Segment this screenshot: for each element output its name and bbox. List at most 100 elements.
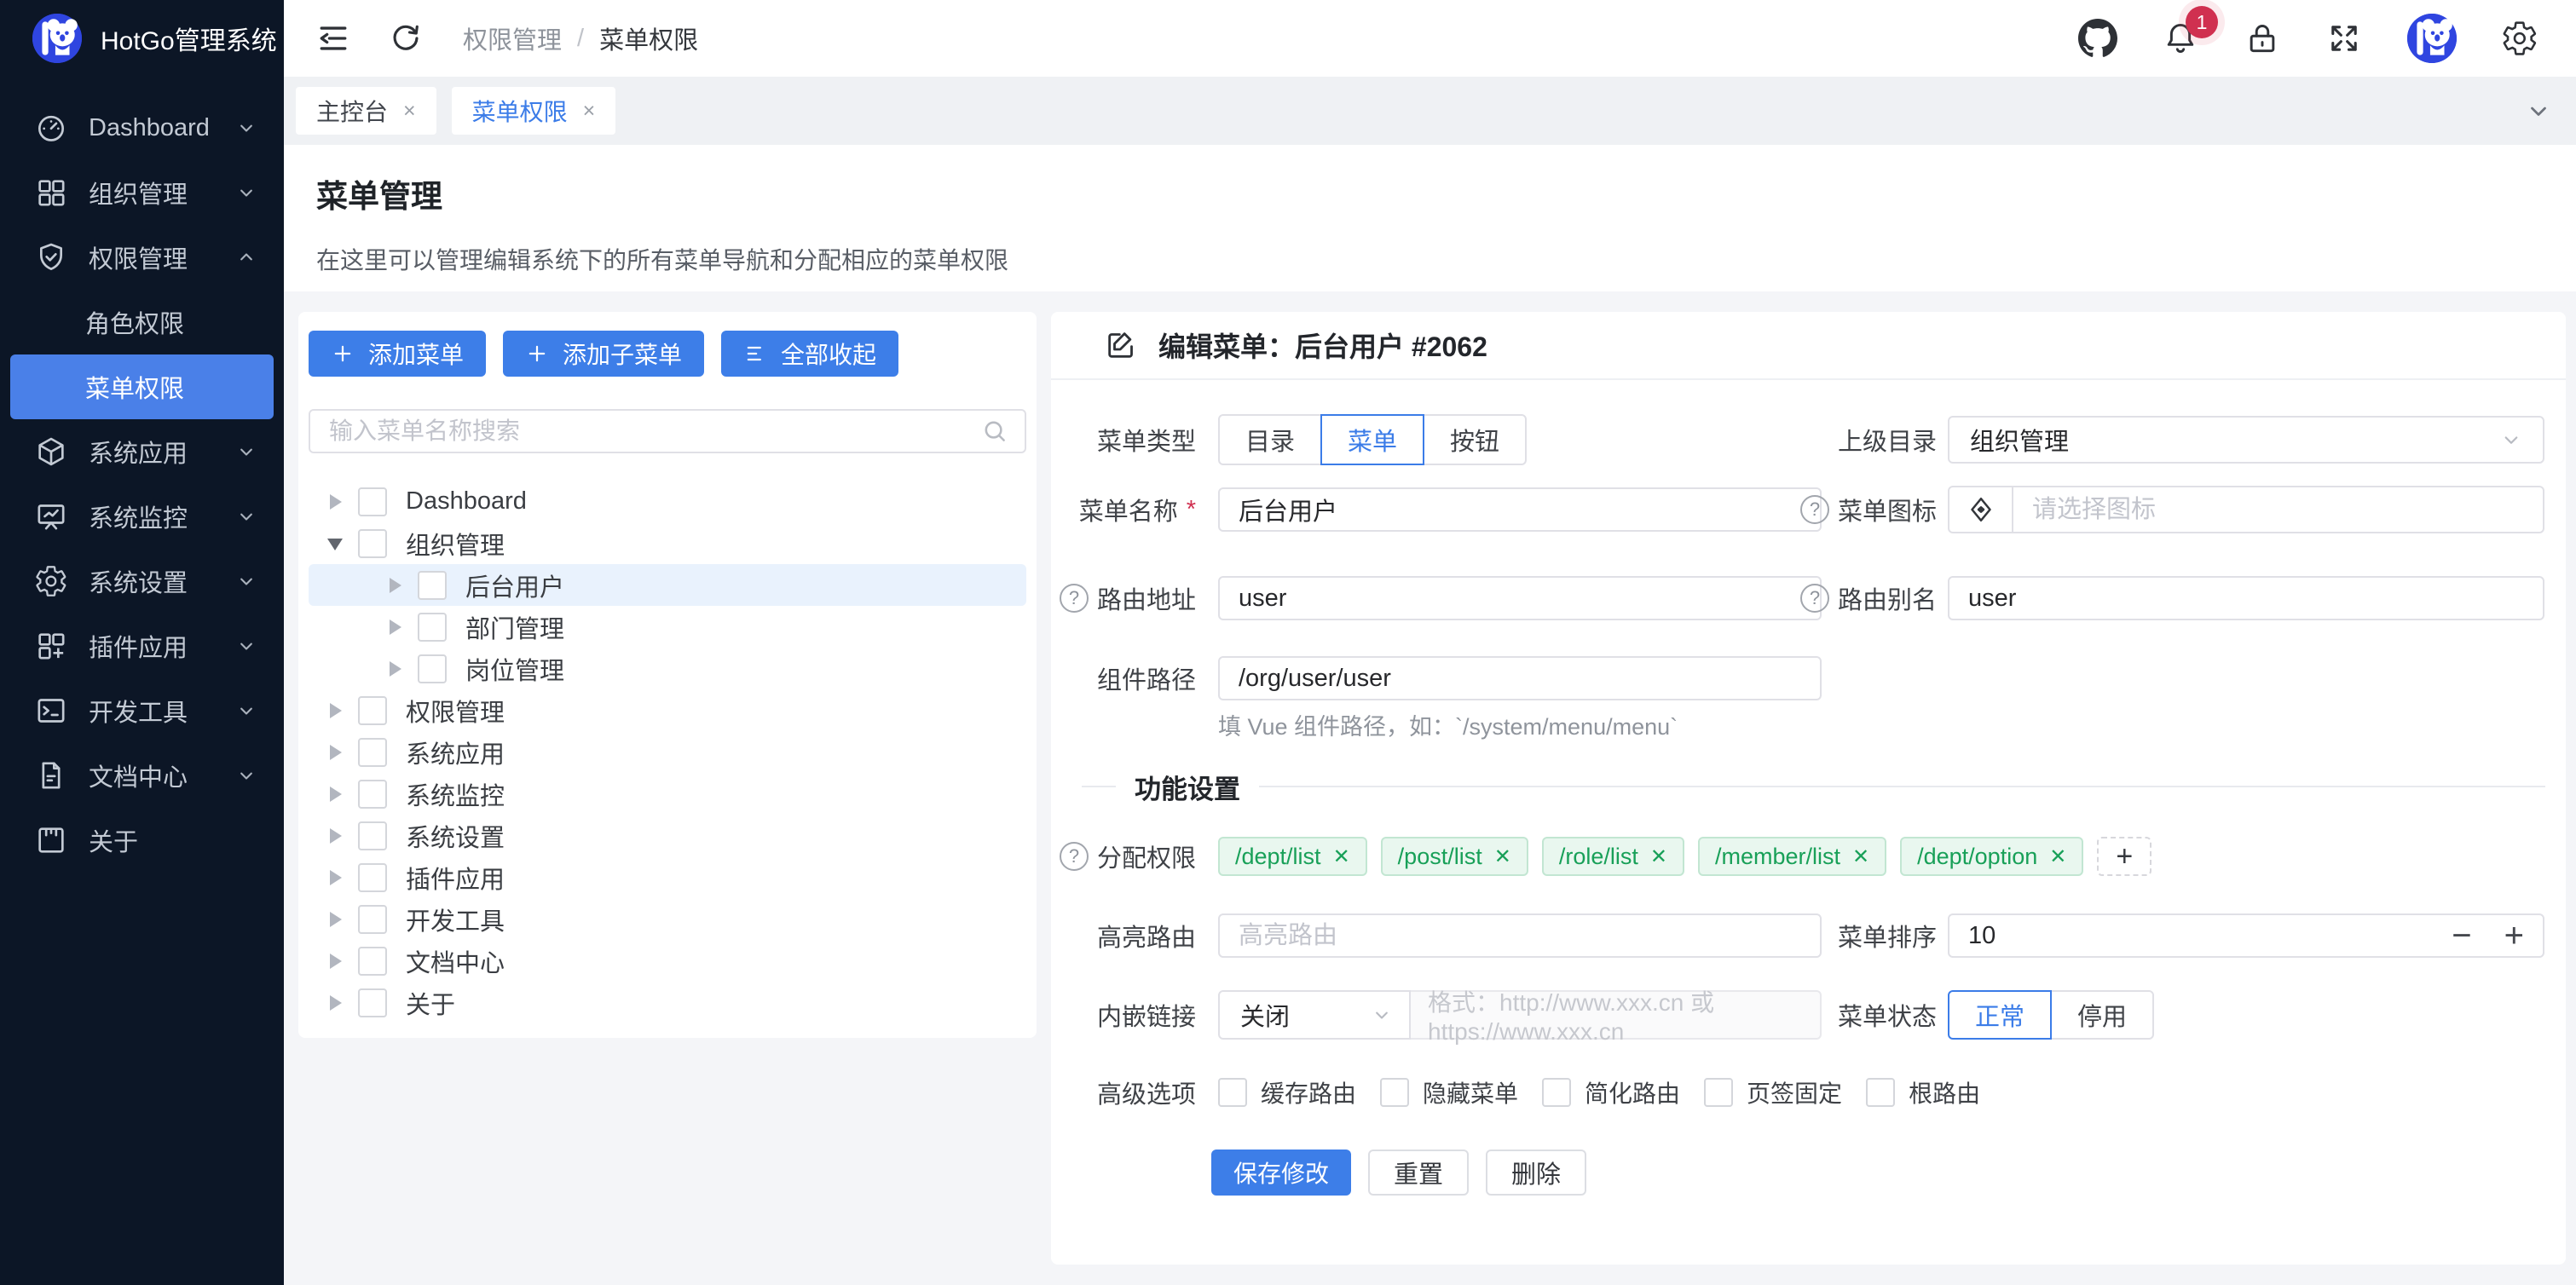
remove-tag-icon[interactable]: ✕ — [1852, 844, 1869, 869]
sidebar-item-system-settings[interactable]: 系统设置 — [0, 549, 284, 614]
menu-sort-value[interactable]: 10 — [1968, 922, 1996, 950]
help-icon[interactable]: ? — [1800, 584, 1829, 613]
tree-row[interactable]: 系统应用 — [309, 731, 1026, 773]
sidebar-item-about[interactable]: 关于 — [0, 808, 284, 873]
tree-checkbox[interactable] — [358, 696, 387, 725]
checkbox[interactable] — [1542, 1078, 1571, 1107]
caret-right-icon[interactable] — [387, 661, 402, 677]
tree-search-input[interactable] — [329, 418, 980, 445]
close-icon[interactable]: × — [403, 99, 416, 124]
checkbox[interactable] — [1218, 1078, 1247, 1107]
tree-checkbox[interactable] — [358, 780, 387, 809]
collapse-all-button[interactable]: 全部收起 — [721, 331, 898, 377]
settings-gear-icon[interactable] — [2501, 20, 2538, 57]
checkbox[interactable] — [1380, 1078, 1409, 1107]
sidebar-item-org[interactable]: 组织管理 — [0, 160, 284, 225]
menu-type-option-directory[interactable]: 目录 — [1218, 414, 1322, 465]
tree-row[interactable]: 组织管理 — [309, 522, 1026, 564]
fullscreen-icon[interactable] — [2325, 20, 2363, 57]
caret-right-icon[interactable] — [327, 787, 343, 802]
notifications-bell-icon[interactable]: 1 — [2162, 20, 2199, 57]
tree-row[interactable]: 关于 — [309, 982, 1026, 1023]
tree-row[interactable]: 文档中心 — [309, 940, 1026, 982]
sidebar-item-system-app[interactable]: 系统应用 — [0, 419, 284, 484]
tree-row[interactable]: 系统监控 — [309, 773, 1026, 815]
add-permission-button[interactable]: + — [2097, 837, 2151, 876]
lock-icon[interactable] — [2244, 20, 2281, 57]
decrement-icon[interactable]: − — [2452, 919, 2471, 953]
checkbox[interactable] — [1866, 1078, 1895, 1107]
tree-row[interactable]: 系统设置 — [309, 815, 1026, 856]
caret-right-icon[interactable] — [327, 870, 343, 885]
sidebar-item-plugin-app[interactable]: 插件应用 — [0, 614, 284, 678]
caret-right-icon[interactable] — [327, 828, 343, 844]
menu-name-input[interactable] — [1218, 487, 1822, 532]
close-icon[interactable]: × — [583, 99, 596, 124]
tree-row[interactable]: 岗位管理 — [309, 648, 1026, 689]
caret-down-icon[interactable] — [327, 536, 343, 551]
status-option-normal[interactable]: 正常 — [1948, 990, 2052, 1040]
tree-checkbox[interactable] — [358, 988, 387, 1017]
parent-dir-select[interactable]: 组织管理 — [1948, 416, 2544, 464]
caret-right-icon[interactable] — [327, 954, 343, 969]
sidebar-item-docs[interactable]: 文档中心 — [0, 743, 284, 808]
tree-row[interactable]: 部门管理 — [309, 606, 1026, 648]
caret-right-icon[interactable] — [387, 619, 402, 635]
remove-tag-icon[interactable]: ✕ — [2049, 844, 2066, 869]
tab-dashboard-console[interactable]: 主控台 × — [296, 87, 436, 135]
reset-button[interactable]: 重置 — [1368, 1150, 1469, 1196]
caret-right-icon[interactable] — [327, 995, 343, 1011]
menu-fold-icon[interactable] — [315, 20, 352, 57]
tree-checkbox[interactable] — [358, 821, 387, 850]
route-alias-input[interactable] — [1948, 576, 2544, 620]
tree-checkbox[interactable] — [358, 905, 387, 934]
remove-tag-icon[interactable]: ✕ — [1650, 844, 1667, 869]
tree-checkbox[interactable] — [358, 947, 387, 976]
route-path-input[interactable] — [1218, 576, 1822, 620]
caret-right-icon[interactable] — [387, 578, 402, 593]
tree-checkbox[interactable] — [418, 654, 447, 683]
tree-row[interactable]: 权限管理 — [309, 689, 1026, 731]
sidebar-item-menu-permission[interactable]: 菜单权限 — [10, 354, 274, 419]
help-icon[interactable]: ? — [1800, 495, 1829, 524]
remove-tag-icon[interactable]: ✕ — [1333, 844, 1350, 869]
caret-right-icon[interactable] — [327, 494, 343, 510]
tab-menu-permission[interactable]: 菜单权限 × — [452, 87, 616, 135]
help-icon[interactable]: ? — [1060, 584, 1089, 613]
breadcrumb-item[interactable]: 权限管理 — [463, 20, 562, 56]
app-logo-row[interactable]: HotGo管理系统 — [0, 0, 284, 77]
tab-list-chevron-icon[interactable] — [2523, 95, 2554, 126]
menu-type-option-button[interactable]: 按钮 — [1423, 414, 1527, 465]
refresh-icon[interactable] — [388, 20, 424, 56]
remove-tag-icon[interactable]: ✕ — [1494, 844, 1511, 869]
help-icon[interactable]: ? — [1060, 842, 1089, 871]
github-icon[interactable] — [2078, 19, 2117, 58]
tree-row-selected[interactable]: 后台用户 — [309, 564, 1026, 606]
tree-row[interactable]: Dashboard — [309, 481, 1026, 522]
tree-checkbox[interactable] — [358, 863, 387, 892]
caret-right-icon[interactable] — [327, 703, 343, 718]
sidebar-item-dashboard[interactable]: Dashboard — [0, 95, 284, 160]
add-menu-button[interactable]: 添加菜单 — [309, 331, 486, 377]
tree-checkbox[interactable] — [358, 487, 387, 516]
component-path-input[interactable] — [1218, 656, 1822, 700]
caret-right-icon[interactable] — [327, 912, 343, 927]
tree-checkbox[interactable] — [418, 571, 447, 600]
sidebar-item-dev-tools[interactable]: 开发工具 — [0, 678, 284, 743]
caret-right-icon[interactable] — [327, 745, 343, 760]
sidebar-item-permission[interactable]: 权限管理 — [0, 225, 284, 290]
add-submenu-button[interactable]: 添加子菜单 — [503, 331, 704, 377]
status-option-disabled[interactable]: 停用 — [2050, 990, 2154, 1040]
tree-checkbox[interactable] — [358, 529, 387, 558]
icon-picker-button[interactable] — [1948, 486, 2013, 533]
highlight-route-input[interactable] — [1218, 913, 1822, 958]
delete-button[interactable]: 删除 — [1486, 1150, 1586, 1196]
iframe-mode-select[interactable]: 关闭 — [1218, 990, 1411, 1040]
menu-icon-input[interactable] — [2013, 486, 2544, 533]
tree-checkbox[interactable] — [358, 738, 387, 767]
menu-type-option-menu[interactable]: 菜单 — [1320, 414, 1424, 465]
save-button[interactable]: 保存修改 — [1211, 1150, 1351, 1196]
tree-row[interactable]: 插件应用 — [309, 856, 1026, 898]
tree-checkbox[interactable] — [418, 613, 447, 642]
sidebar-item-role-permission[interactable]: 角色权限 — [0, 290, 284, 354]
